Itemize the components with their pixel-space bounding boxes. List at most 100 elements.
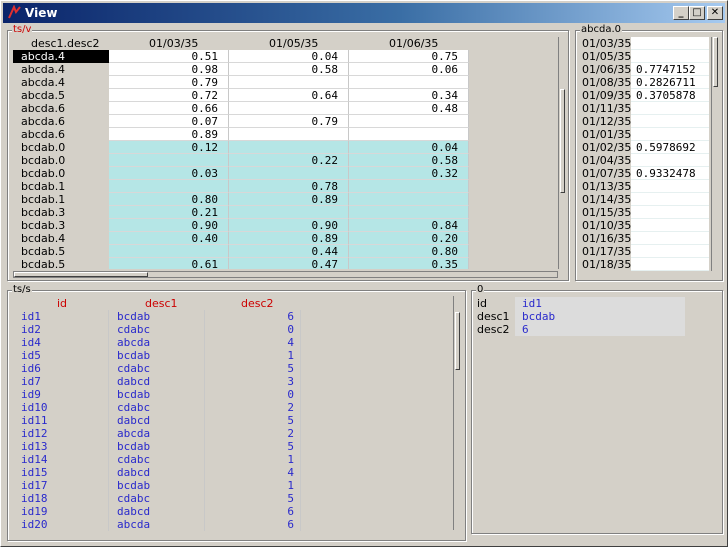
grid-header-cell[interactable]: 01/03/35 bbox=[149, 37, 198, 50]
grid-cell[interactable] bbox=[349, 193, 469, 206]
table-row[interactable]: id11 dabcd 5 bbox=[15, 414, 447, 427]
grid-row-label[interactable]: bcdab.5 bbox=[13, 258, 109, 269]
grid-row-label[interactable]: bcdab.1 bbox=[13, 180, 109, 193]
grid-cell[interactable]: 0.79 bbox=[229, 115, 349, 128]
date-value-list[interactable]: 01/03/35 01/05/35 01/06/35 0.7747152 01/08/3… bbox=[579, 37, 711, 271]
grid-cell[interactable]: 0.47 bbox=[229, 258, 349, 269]
grid-row-label[interactable]: bcdab.5 bbox=[13, 245, 109, 258]
table-row[interactable]: id18 cdabc 5 bbox=[15, 492, 447, 505]
grid-cell[interactable]: 0.12 bbox=[109, 141, 229, 154]
grid-cell[interactable]: 0.04 bbox=[349, 141, 469, 154]
grid-cell[interactable] bbox=[349, 128, 469, 141]
table-row[interactable]: id10 cdabc 2 bbox=[15, 401, 447, 414]
grid-row[interactable]: bcdab.5 0.44 0.80 bbox=[13, 245, 469, 258]
grid-cell[interactable]: 0.03 bbox=[109, 167, 229, 180]
value-cell[interactable] bbox=[631, 37, 709, 50]
grid-row-label[interactable]: abcda.6 bbox=[13, 102, 109, 115]
value-cell[interactable]: 0.2826711 bbox=[631, 76, 709, 89]
grid-cell[interactable] bbox=[229, 167, 349, 180]
list-vertical-scrollbar[interactable] bbox=[711, 37, 719, 271]
grid-cell[interactable]: 0.35 bbox=[349, 258, 469, 269]
table-row[interactable]: id15 dabcd 4 bbox=[15, 466, 447, 479]
table-row[interactable]: id20 abcda 6 bbox=[15, 518, 447, 531]
field-value[interactable]: 6 bbox=[515, 323, 685, 336]
value-cell[interactable] bbox=[631, 232, 709, 245]
grid-row[interactable]: bcdab.0 0.22 0.58 bbox=[13, 154, 469, 167]
value-cell[interactable] bbox=[631, 219, 709, 232]
grid-cell[interactable]: 0.98 bbox=[109, 63, 229, 76]
grid-cell[interactable] bbox=[349, 115, 469, 128]
table-row[interactable]: id19 dabcd 6 bbox=[15, 505, 447, 518]
grid-row-label[interactable]: bcdab.1 bbox=[13, 193, 109, 206]
value-cell[interactable]: 0.7747152 bbox=[631, 63, 709, 76]
summary-table[interactable]: id desc1 desc2 id1 bcdab 6 id2 cdabc 0 id4 abcda 4 i… bbox=[15, 296, 447, 534]
grid-cell[interactable]: 0.04 bbox=[229, 50, 349, 63]
value-cell[interactable] bbox=[631, 50, 709, 63]
table-row[interactable]: id13 bcdab 5 bbox=[15, 440, 447, 453]
grid-row[interactable]: abcda.5 0.72 0.64 0.34 bbox=[13, 89, 469, 102]
title-bar[interactable]: View _ □ ✕ bbox=[3, 3, 725, 23]
value-cell[interactable] bbox=[631, 180, 709, 193]
value-cell[interactable] bbox=[631, 193, 709, 206]
summary-header-cell[interactable]: id bbox=[57, 297, 67, 310]
value-cell[interactable] bbox=[631, 245, 709, 258]
value-cell[interactable] bbox=[631, 128, 709, 141]
grid-row-label[interactable]: bcdab.4 bbox=[13, 232, 109, 245]
value-cell[interactable]: 0.9332478 bbox=[631, 167, 709, 180]
table-row[interactable]: id4 abcda 4 bbox=[15, 336, 447, 349]
grid-row[interactable]: bcdab.0 0.03 0.32 bbox=[13, 167, 469, 180]
grid-row[interactable]: abcda.6 0.89 bbox=[13, 128, 469, 141]
scroll-thumb[interactable] bbox=[560, 89, 565, 193]
grid-row-label[interactable]: abcda.6 bbox=[13, 128, 109, 141]
grid-cell[interactable]: 0.58 bbox=[229, 63, 349, 76]
grid-cell[interactable]: 0.78 bbox=[229, 180, 349, 193]
grid-cell[interactable] bbox=[109, 245, 229, 258]
grid-cell[interactable] bbox=[349, 206, 469, 219]
grid-cell[interactable]: 0.61 bbox=[109, 258, 229, 269]
scroll-thumb[interactable] bbox=[455, 312, 460, 370]
grid-header-cell[interactable]: 01/05/35 bbox=[269, 37, 318, 50]
scroll-thumb[interactable] bbox=[713, 37, 718, 87]
grid-row[interactable]: bcdab.3 0.90 0.90 0.84 bbox=[13, 219, 469, 232]
grid-cell[interactable] bbox=[229, 76, 349, 89]
grid-row[interactable]: bcdab.1 0.78 bbox=[13, 180, 469, 193]
grid-cell[interactable]: 0.84 bbox=[349, 219, 469, 232]
grid-cell[interactable]: 0.58 bbox=[349, 154, 469, 167]
table-row[interactable]: id14 cdabc 1 bbox=[15, 453, 447, 466]
grid-cell[interactable] bbox=[229, 102, 349, 115]
value-cell[interactable]: 0.5978692 bbox=[631, 141, 709, 154]
value-cell[interactable] bbox=[631, 102, 709, 115]
value-cell[interactable] bbox=[631, 154, 709, 167]
grid-row-label[interactable]: bcdab.3 bbox=[13, 206, 109, 219]
grid-cell[interactable]: 0.90 bbox=[229, 219, 349, 232]
table-row[interactable]: id1 bcdab 6 bbox=[15, 310, 447, 323]
field-value[interactable]: id1 bbox=[515, 297, 685, 310]
grid-cell[interactable]: 0.44 bbox=[229, 245, 349, 258]
grid-cell[interactable]: 0.72 bbox=[109, 89, 229, 102]
grid-horizontal-scrollbar[interactable] bbox=[13, 271, 558, 278]
grid-row[interactable]: abcda.6 0.66 0.48 bbox=[13, 102, 469, 115]
table-row[interactable]: id6 cdabc 5 bbox=[15, 362, 447, 375]
grid-cell[interactable]: 0.66 bbox=[109, 102, 229, 115]
grid-cell[interactable]: 0.32 bbox=[349, 167, 469, 180]
grid-cell[interactable] bbox=[229, 128, 349, 141]
grid-row-label[interactable]: abcda.6 bbox=[13, 115, 109, 128]
grid-row[interactable]: abcda.6 0.07 0.79 bbox=[13, 115, 469, 128]
grid-cell[interactable] bbox=[229, 206, 349, 219]
grid-row[interactable]: bcdab.4 0.40 0.89 0.20 bbox=[13, 232, 469, 245]
summary-header-cell[interactable]: desc1 bbox=[145, 297, 178, 310]
grid-row-label[interactable]: abcda.4 bbox=[13, 50, 109, 63]
summary-header-cell[interactable]: desc2 bbox=[241, 297, 274, 310]
minimize-button[interactable]: _ bbox=[673, 6, 689, 20]
grid-row[interactable]: bcdab.3 0.21 bbox=[13, 206, 469, 219]
grid-row[interactable]: bcdab.1 0.80 0.89 bbox=[13, 193, 469, 206]
close-button[interactable]: ✕ bbox=[707, 6, 723, 20]
grid-vertical-scrollbar[interactable] bbox=[558, 37, 566, 269]
grid-row[interactable]: bcdab.0 0.12 0.04 bbox=[13, 141, 469, 154]
value-cell[interactable] bbox=[631, 115, 709, 128]
grid-row[interactable]: abcda.4 0.51 0.04 0.75 bbox=[13, 50, 469, 63]
grid-header-cell[interactable]: desc1.desc2 bbox=[31, 37, 100, 50]
table-row[interactable]: id12 abcda 2 bbox=[15, 427, 447, 440]
table-row[interactable]: id5 bcdab 1 bbox=[15, 349, 447, 362]
maximize-button[interactable]: □ bbox=[689, 6, 705, 20]
